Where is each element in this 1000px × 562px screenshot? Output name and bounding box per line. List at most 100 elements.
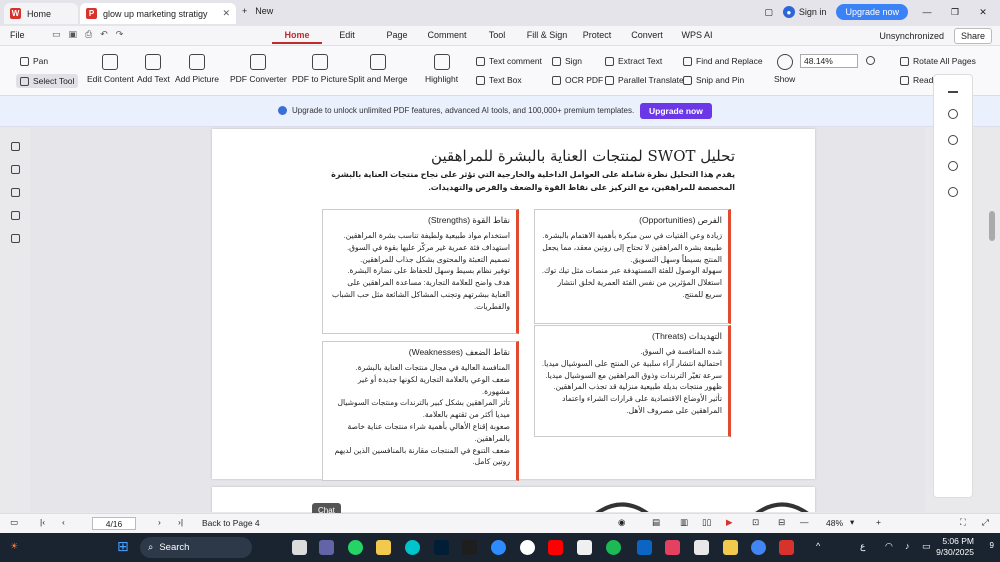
wps-taskbar-icon[interactable] xyxy=(779,540,794,555)
tab-home[interactable]: W Home xyxy=(4,3,78,24)
zoom-select[interactable]: 48.14% xyxy=(800,54,858,68)
whatsapp-icon[interactable] xyxy=(348,540,363,555)
two-page-icon[interactable]: ▯▯ xyxy=(702,517,711,528)
zoom-app-icon[interactable] xyxy=(491,540,506,555)
menu-comment[interactable]: Comment xyxy=(422,30,472,44)
fullscreen-icon[interactable]: ⛶ xyxy=(960,517,966,528)
pan-tool[interactable]: Pan xyxy=(20,56,48,66)
translate-book-icon[interactable] xyxy=(948,187,958,197)
zoom-dropdown-icon[interactable]: ▾ xyxy=(850,517,854,528)
zoom-out-icon[interactable]: — xyxy=(800,517,809,527)
taskbar-search[interactable]: ⌕ Search xyxy=(140,537,252,558)
canva-icon[interactable] xyxy=(405,540,420,555)
file-menu[interactable]: File xyxy=(10,30,25,40)
upgrade-now-button[interactable]: Upgrade now xyxy=(836,4,908,20)
select-tool[interactable]: Select Tool xyxy=(16,74,79,88)
fit-page-icon[interactable]: ⊟ xyxy=(778,517,785,528)
scroll-thumb[interactable] xyxy=(989,211,995,241)
file-explorer-icon[interactable] xyxy=(376,540,391,555)
back-to-page-link[interactable]: Back to Page 4 xyxy=(202,518,260,528)
notification-badge[interactable]: 9 xyxy=(990,541,994,550)
split-merge-button[interactable]: Split and Merge xyxy=(348,54,408,84)
sign-in-button[interactable]: ● Sign in xyxy=(782,6,826,18)
banner-upgrade-button[interactable]: Upgrade now xyxy=(640,103,712,119)
close-tab-icon[interactable]: ✕ xyxy=(222,8,230,19)
expand-icon[interactable]: ⤢ xyxy=(982,517,989,528)
edit-content-button[interactable]: Edit Content xyxy=(87,54,134,84)
notepad-icon[interactable] xyxy=(694,540,709,555)
taskbar-clock[interactable]: 5:06 PM 9/30/2025 xyxy=(936,536,974,559)
battery-icon[interactable]: ▭ xyxy=(922,541,931,552)
settings-sliders-icon[interactable] xyxy=(948,161,958,171)
help-icon[interactable] xyxy=(948,135,958,145)
show-button[interactable]: Show xyxy=(774,54,795,84)
add-text-button[interactable]: Add Text xyxy=(137,54,170,84)
last-page-icon[interactable]: ›| xyxy=(178,517,183,527)
rotate-all-button[interactable]: Rotate All Pages xyxy=(900,56,976,66)
menu-home[interactable]: Home xyxy=(272,30,322,44)
share-button[interactable]: Share xyxy=(953,28,992,44)
text-comment-button[interactable]: Text comment xyxy=(476,56,542,66)
volume-icon[interactable]: ♪ xyxy=(905,541,910,551)
undo-icon[interactable]: ↶ xyxy=(100,29,108,40)
page-number-input[interactable]: 4/16 xyxy=(92,517,136,530)
tab-document[interactable]: P glow up marketing stratigy ✕ xyxy=(80,3,236,24)
parallel-translate-button[interactable]: Parallel Translate xyxy=(605,75,684,85)
add-picture-button[interactable]: Add Picture xyxy=(175,54,219,84)
menu-protect[interactable]: Protect xyxy=(572,30,622,44)
menu-convert[interactable]: Convert xyxy=(622,30,672,44)
eye-icon[interactable]: ◉ xyxy=(618,517,625,528)
menu-fill-sign[interactable]: Fill & Sign xyxy=(522,30,572,44)
sync-status[interactable]: Unsynchronized xyxy=(879,31,944,41)
redo-icon[interactable]: ↷ xyxy=(116,29,124,40)
menu-wps-ai[interactable]: WPS AI xyxy=(672,30,722,44)
zoom-in-small-icon[interactable]: + xyxy=(876,517,881,527)
highlight-button[interactable]: Highlight xyxy=(425,54,458,84)
photoshop-icon[interactable] xyxy=(434,540,449,555)
menu-tool[interactable]: Tool xyxy=(472,30,522,44)
pdf-to-picture-button[interactable]: PDF to Picture xyxy=(292,54,347,84)
youtube-icon[interactable] xyxy=(548,540,563,555)
text-box-button[interactable]: Text Box xyxy=(476,75,522,85)
single-page-icon[interactable]: ▤ xyxy=(652,517,660,528)
print-icon[interactable]: ⎙ xyxy=(85,29,92,40)
folder-icon[interactable] xyxy=(723,540,738,555)
teams-icon[interactable] xyxy=(319,540,334,555)
sign-button[interactable]: Sign xyxy=(552,56,582,66)
extract-text-button[interactable]: Extract Text xyxy=(605,56,662,66)
spotify-icon[interactable] xyxy=(606,540,621,555)
vertical-scrollbar[interactable] xyxy=(988,127,996,512)
search-icon[interactable] xyxy=(948,109,958,119)
comment-icon[interactable] xyxy=(10,188,20,197)
tray-chevron-icon[interactable]: ^ xyxy=(816,541,820,551)
open-icon[interactable]: ▭ xyxy=(52,29,61,40)
language-icon[interactable]: ع xyxy=(860,541,865,552)
menu-edit[interactable]: Edit xyxy=(322,30,372,44)
first-page-icon[interactable]: |‹ xyxy=(40,517,45,527)
zoom-level[interactable]: 48% xyxy=(826,518,843,528)
find-replace-button[interactable]: Find and Replace xyxy=(683,56,763,66)
fit-width-icon[interactable]: ⊡ xyxy=(752,517,759,528)
windows-start-icon[interactable]: ⊞ xyxy=(117,538,129,555)
play-slideshow-icon[interactable]: ▶ xyxy=(726,517,733,528)
collapse-icon[interactable] xyxy=(948,91,958,93)
app-icon[interactable] xyxy=(577,540,592,555)
minimize-icon[interactable]: — xyxy=(918,7,936,17)
close-window-icon[interactable]: ✕ xyxy=(974,7,992,18)
chatgpt-icon[interactable] xyxy=(520,540,535,555)
capcut-icon[interactable] xyxy=(462,540,477,555)
weather-icon[interactable]: ☀ xyxy=(10,541,18,552)
zoom-in-icon[interactable] xyxy=(866,56,875,65)
window-mode-icon[interactable]: ▢ xyxy=(764,7,773,18)
new-tab-button[interactable]: + New xyxy=(242,6,273,16)
pdf-converter-button[interactable]: PDF Converter xyxy=(230,54,287,84)
snip-pin-button[interactable]: Snip and Pin xyxy=(683,75,744,85)
linkedin-icon[interactable] xyxy=(637,540,652,555)
sidebar-toggle-icon[interactable]: ▭ xyxy=(10,517,18,528)
menu-page[interactable]: Page xyxy=(372,30,422,44)
bookmark-icon[interactable] xyxy=(10,142,20,151)
next-page-icon[interactable]: › xyxy=(158,517,161,527)
ocr-pdf-button[interactable]: OCR PDF xyxy=(552,75,603,85)
attachment-icon[interactable] xyxy=(10,211,20,220)
continuous-icon[interactable]: ▥ xyxy=(680,517,688,528)
